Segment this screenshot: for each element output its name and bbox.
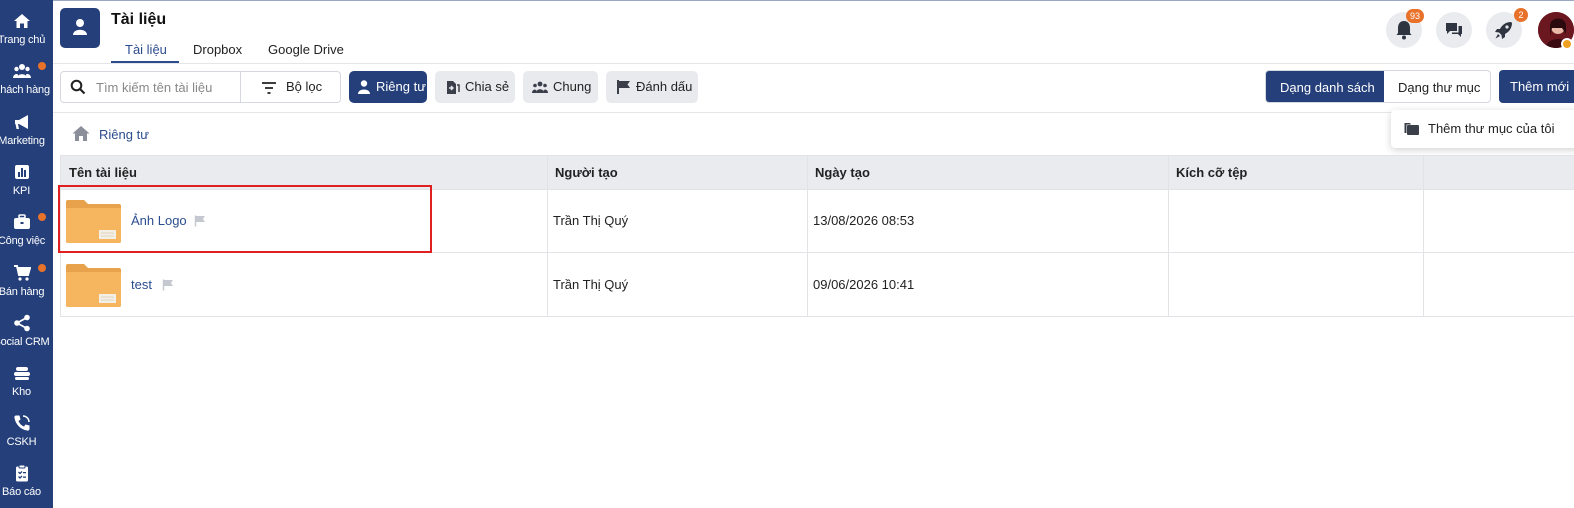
messages-button[interactable] — [1436, 12, 1472, 48]
column-header-creator[interactable]: Người tạo — [555, 165, 618, 180]
view-list-button[interactable]: Dạng danh sách — [1266, 71, 1384, 102]
phone-icon — [14, 415, 30, 431]
sidebar-item-label: Kho — [12, 386, 31, 398]
tab-documents[interactable]: Tài liệu — [125, 42, 167, 57]
sidebar-item-label: Bán hàng — [0, 286, 45, 298]
briefcase-icon — [14, 214, 30, 229]
add-new-label: Thêm mới — [1510, 79, 1570, 94]
sidebar-item-warehouse[interactable]: Kho — [0, 358, 53, 404]
sidebar-item-sales[interactable]: Bán hàng — [0, 258, 53, 304]
creator-cell: Trần Thị Quý — [553, 213, 629, 228]
home-icon — [14, 14, 30, 28]
sidebar-item-home[interactable]: Trang chủ — [0, 6, 53, 52]
table-row[interactable]: test Trần Thị Quý 09/06/2026 10:41 — [61, 253, 1574, 317]
notification-dot — [38, 213, 46, 221]
add-dropdown-menu: Thêm thư mục của tôi — [1391, 110, 1574, 148]
warehouse-icon — [14, 367, 30, 380]
search-icon — [70, 79, 86, 95]
scope-flagged-button[interactable]: Đánh dấu — [606, 71, 698, 103]
sidebar-item-label: Công việc — [0, 235, 46, 247]
sidebar-item-label: Marketing — [0, 135, 45, 147]
sidebar-item-label: KPI — [12, 185, 31, 197]
share-icon — [14, 314, 30, 332]
notification-dot — [38, 264, 46, 272]
header-divider — [53, 63, 1574, 64]
document-name-link[interactable]: test — [131, 277, 152, 292]
page-title: Tài liệu — [111, 11, 167, 28]
created-date-cell: 13/08/2026 08:53 — [813, 213, 915, 228]
megaphone-icon — [15, 115, 28, 129]
sidebar-item-label: Khách hàng — [0, 84, 50, 96]
module-icon — [60, 8, 100, 48]
column-header-name[interactable]: Tên tài liệu — [69, 165, 137, 180]
sidebar-item-label: Social CRM — [0, 336, 50, 348]
scope-shared-button[interactable]: Chia sẻ — [435, 71, 515, 103]
filter-button[interactable]: Bộ lọc — [286, 79, 322, 94]
user-icon — [73, 19, 87, 35]
scope-private-button[interactable]: Riêng tư — [349, 71, 427, 103]
sidebar-item-label: Trang chủ — [0, 34, 46, 46]
chart-icon — [15, 165, 29, 179]
home-icon[interactable] — [72, 125, 90, 142]
sidebar-item-marketing[interactable]: Marketing — [0, 107, 53, 153]
clipboard-icon — [16, 464, 28, 482]
column-header-size[interactable]: Kích cỡ tệp — [1176, 165, 1247, 180]
breadcrumb[interactable]: Riêng tư — [99, 127, 149, 142]
top-border — [53, 0, 1574, 1]
sidebar-item-label: CSKH — [6, 436, 37, 448]
share-doc-icon — [447, 81, 460, 94]
sidebar-item-label: Báo cáo — [2, 486, 41, 498]
sidebar-item-customers[interactable]: Khách hàng — [0, 56, 53, 102]
view-list-label: Dạng danh sách — [1280, 80, 1375, 95]
created-date-cell: 09/06/2026 10:41 — [813, 277, 915, 292]
users-icon — [13, 64, 31, 78]
highlight-box — [58, 185, 432, 253]
notifications-badge: 93 — [1406, 9, 1425, 23]
sidebar-item-kpi[interactable]: KPI — [0, 157, 53, 203]
sidebar-item-support[interactable]: CSKH — [0, 408, 53, 454]
folders-icon — [1404, 123, 1419, 135]
sidebar-item-reports[interactable]: Báo cáo — [0, 458, 53, 504]
search-input[interactable] — [96, 78, 236, 96]
online-status-dot — [1561, 38, 1573, 50]
sidebar-item-tasks[interactable]: Công việc — [0, 207, 53, 253]
scope-label: Chia sẻ — [465, 79, 510, 94]
creator-cell: Trần Thị Quý — [553, 277, 629, 292]
user-icon — [358, 80, 370, 94]
scope-common-button[interactable]: Chung — [523, 71, 598, 103]
add-new-button[interactable]: Thêm mới — [1499, 70, 1574, 103]
tab-google-drive[interactable]: Google Drive — [268, 42, 344, 57]
scope-label: Chung — [553, 79, 592, 94]
app-root: Trang chủ Khách hàng Marketing KPI Công … — [0, 0, 1574, 508]
updates-badge: 2 — [1514, 8, 1528, 22]
folder-icon[interactable] — [66, 264, 121, 307]
chat-icon — [1446, 23, 1462, 37]
tab-dropbox[interactable]: Dropbox — [193, 42, 242, 57]
search-divider — [240, 72, 241, 102]
scope-label: Riêng tư — [376, 79, 426, 94]
filter-icon[interactable] — [261, 80, 277, 96]
sidebar-item-social-crm[interactable]: Social CRM — [0, 308, 53, 354]
scope-label: Đánh dấu — [636, 79, 693, 94]
view-folder-button[interactable]: Dạng thư mục — [1384, 71, 1490, 102]
sidebar: Trang chủ Khách hàng Marketing KPI Công … — [0, 0, 53, 508]
view-folder-label: Dạng thư mục — [1398, 80, 1481, 95]
group-icon — [532, 81, 548, 93]
flag-icon — [617, 80, 630, 94]
cart-icon — [14, 265, 31, 281]
flag-icon[interactable] — [162, 279, 174, 291]
toolbar-divider — [53, 112, 1574, 113]
view-mode-toggle: Dạng danh sách Dạng thư mục — [1265, 70, 1491, 103]
notification-dot — [38, 62, 46, 70]
column-header-created[interactable]: Ngày tạo — [815, 165, 870, 180]
dropdown-item-label: Thêm thư mục của tôi — [1428, 121, 1555, 136]
